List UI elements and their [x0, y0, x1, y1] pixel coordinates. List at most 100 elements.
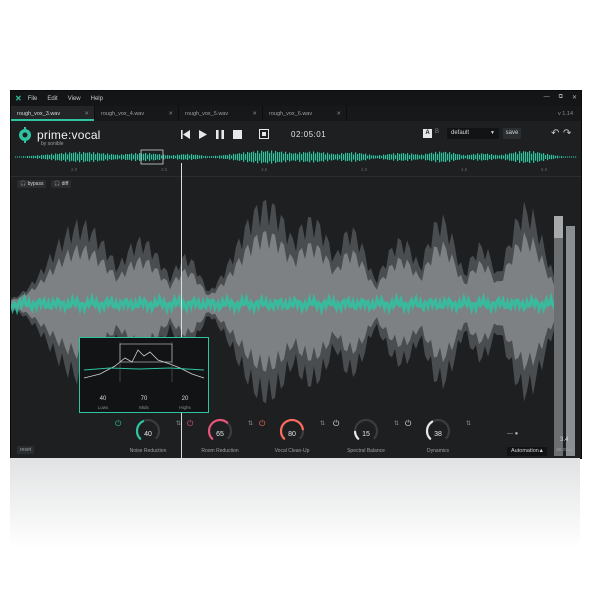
overview-bar — [313, 151, 315, 163]
mix-slider[interactable]: — ● — [507, 431, 518, 437]
knob-value: 65 — [216, 431, 224, 438]
room-reduction-knob[interactable]: ⏻ ⇅ 65 Room Reduction — [185, 417, 255, 457]
eq-highs-value[interactable]: 20 — [170, 396, 200, 402]
power-icon[interactable]: ⏻ — [115, 419, 121, 429]
overview-bar — [57, 154, 59, 160]
bypass-toggle[interactable]: 🎧 bypass — [17, 180, 47, 188]
reset-button[interactable]: reset — [17, 446, 35, 454]
playhead[interactable] — [181, 163, 182, 458]
power-icon[interactable]: ⏻ — [259, 419, 265, 429]
options-icon[interactable]: ⇅ — [394, 420, 399, 427]
app-logo-icon: ✕ — [15, 94, 22, 103]
vocal-clean-up-knob[interactable]: ⏻ ⇅ 80 Vocal Clean-Up — [257, 417, 327, 457]
overview-bar — [205, 155, 207, 159]
overview-bar — [59, 153, 61, 161]
loop-icon[interactable] — [259, 129, 269, 139]
minimize-icon[interactable]: — — [544, 94, 550, 101]
eq-mids-value[interactable]: 70 — [129, 396, 159, 402]
overview-bar — [203, 156, 205, 158]
gain-value[interactable]: 3.4 — [560, 437, 568, 443]
power-icon[interactable]: ⏻ — [333, 419, 339, 429]
tab-rough-vox-3[interactable]: rough_vox_3.wav ✕ — [11, 106, 95, 121]
overview-bar — [73, 152, 75, 162]
overview-bar — [463, 154, 465, 160]
overview-bar — [35, 155, 37, 159]
options-icon[interactable]: ⇅ — [248, 420, 253, 427]
close-icon[interactable]: ✕ — [572, 94, 577, 101]
overview-bar — [525, 151, 527, 163]
menu-file[interactable]: File — [28, 96, 38, 102]
overview-bar — [391, 154, 393, 160]
overview-bar — [273, 153, 275, 161]
tab-close-icon[interactable]: ✕ — [168, 111, 173, 117]
tab-rough-vox-5[interactable]: rough_vox_5.wav ✕ — [179, 106, 263, 121]
overview-bar — [357, 153, 359, 161]
tab-rough-vox-4[interactable]: rough_vox_4.wav ✕ — [95, 106, 179, 121]
spectral-balance-knob[interactable]: ⏻ ⇅ 15 Spectral Balance — [331, 417, 401, 457]
overview-bar — [107, 153, 109, 161]
tab-label: rough_vox_5.wav — [185, 110, 229, 117]
overview-bar — [415, 154, 417, 160]
preset-dropdown[interactable]: default ▼ — [447, 128, 499, 139]
overview-bar — [145, 153, 147, 161]
main-waveform[interactable] — [11, 176, 561, 456]
automation-dropdown[interactable]: Automation ▲ — [507, 447, 547, 456]
dynamics-knob[interactable]: ⏻ ⇅ 38 Dynamics — [403, 417, 473, 457]
overview-bar — [393, 153, 395, 161]
restore-icon[interactable]: ⧉ — [559, 94, 563, 101]
overview-bar — [435, 151, 437, 163]
overview-bar — [169, 155, 171, 159]
menu-view[interactable]: View — [68, 96, 81, 102]
menu-help[interactable]: Help — [91, 96, 103, 102]
overview-bar — [389, 154, 391, 160]
overview-bar — [445, 151, 447, 162]
overview-bar — [295, 152, 297, 162]
diff-toggle[interactable]: 🎧 diff — [51, 180, 72, 188]
options-icon[interactable]: ⇅ — [466, 420, 471, 427]
eq-panel[interactable]: 40 Lows 70 Mids 20 Highs — [79, 337, 209, 413]
undo-icon[interactable]: ↶ — [551, 128, 559, 139]
tab-label: rough_vox_4.wav — [101, 110, 145, 117]
redo-icon[interactable]: ↷ — [563, 128, 571, 139]
overview-bar — [277, 152, 279, 162]
preset-b-button[interactable]: B — [435, 129, 439, 135]
tab-rough-vox-6[interactable]: rough_vox_6.wav ✕ — [263, 106, 347, 121]
overview-bar — [399, 153, 401, 160]
stop-icon[interactable] — [233, 129, 242, 139]
overview-waveform[interactable] — [11, 148, 581, 166]
options-icon[interactable]: ⇅ — [320, 420, 325, 427]
overview-bar — [53, 155, 55, 159]
ruler-tick: 5.0 — [541, 167, 548, 172]
power-icon[interactable]: ⏻ — [405, 419, 411, 429]
tab-close-icon[interactable]: ✕ — [252, 111, 257, 117]
options-icon[interactable]: ⇅ — [176, 420, 181, 427]
pause-icon[interactable] — [216, 129, 224, 139]
play-icon[interactable] — [199, 129, 207, 139]
overview-bar — [567, 156, 569, 158]
eq-lows-value[interactable]: 40 — [88, 396, 118, 402]
overview-bar — [569, 156, 571, 158]
overview-bar — [355, 152, 357, 162]
menu-edit[interactable]: Edit — [47, 96, 57, 102]
overview-bar — [433, 153, 435, 161]
overview-bar — [253, 151, 255, 163]
overview-bar — [331, 153, 333, 161]
overview-bar — [291, 153, 293, 161]
eq-spectrum[interactable] — [80, 338, 208, 386]
app-window: ✕ File Edit View Help — ⧉ ✕ rough_vox_3.… — [10, 90, 582, 459]
overview-bar — [177, 154, 179, 160]
overview-bar — [545, 155, 547, 159]
overview-bar — [469, 154, 471, 160]
skip-back-icon[interactable] — [181, 129, 190, 139]
noise-reduction-knob[interactable]: ⏻ ⇅ 40 Noise Reduction — [113, 417, 183, 457]
overview-bar — [457, 154, 459, 160]
power-icon[interactable]: ⏻ — [187, 419, 193, 429]
tab-close-icon[interactable]: ✕ — [336, 111, 341, 117]
overview-bar — [323, 152, 325, 162]
preset-a-button[interactable]: A — [423, 129, 432, 138]
diff-label: diff — [61, 181, 69, 187]
overview-bar — [437, 153, 439, 160]
save-button[interactable]: save — [503, 128, 521, 139]
tab-close-icon[interactable]: ✕ — [84, 111, 89, 117]
overview-bar — [43, 155, 45, 159]
